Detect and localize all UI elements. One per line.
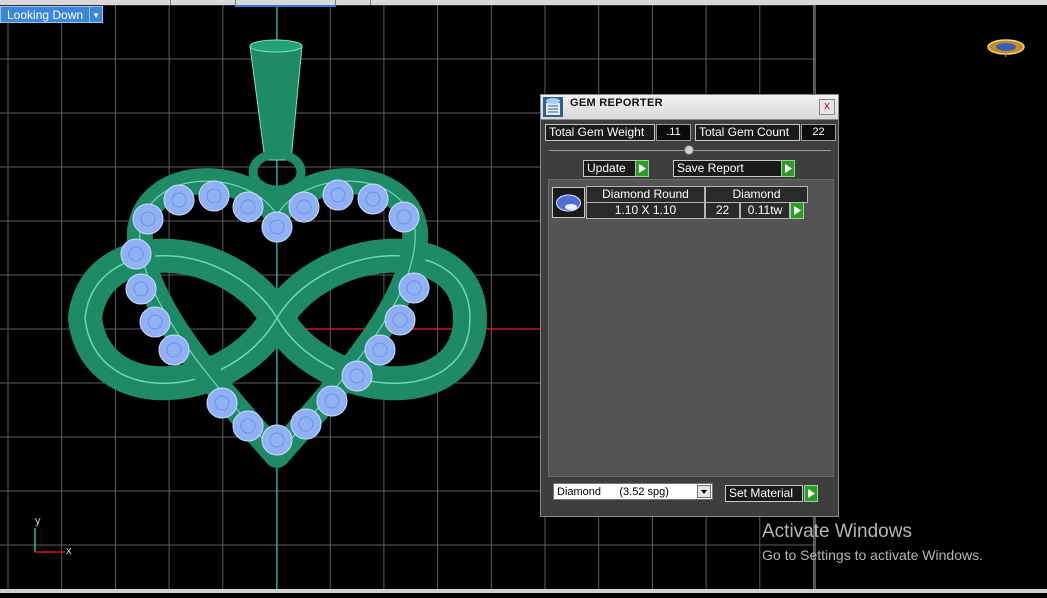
top-tab-strip — [0, 0, 1047, 7]
gem-stone — [232, 191, 264, 223]
gem-count-cell: 22 — [705, 202, 740, 219]
size-slider-knob[interactable] — [684, 145, 694, 155]
gem-reporter-titlebar[interactable]: GEM REPORTER x — [541, 95, 838, 120]
bail-shape — [249, 45, 303, 161]
gem-stone — [290, 408, 322, 440]
gem-stone — [357, 183, 389, 215]
viewport-3d[interactable] — [0, 0, 1047, 593]
gem-stone — [206, 387, 238, 419]
gem-stone — [288, 191, 320, 223]
logo-badge-icon — [987, 39, 1025, 57]
view-selector-label[interactable]: Looking Down — [0, 6, 91, 23]
gem-stone — [198, 180, 230, 212]
set-material-go-button[interactable] — [804, 485, 818, 502]
view-selector[interactable]: Looking Down ▼ — [0, 6, 104, 23]
set-material-button-label: Set Material — [729, 486, 794, 500]
gem-thumbnail[interactable] — [552, 187, 585, 218]
gem-list[interactable]: Diamond Round Diamond 1.10 X 1.10 22 0.1… — [548, 179, 834, 477]
gem-stone — [316, 385, 348, 417]
gem-stone — [132, 203, 164, 235]
gem-stone — [158, 334, 190, 366]
total-gem-count-label: Total Gem Count — [695, 124, 800, 141]
gem-material-cell: Diamond — [705, 186, 808, 203]
gem-row-go-button[interactable] — [790, 202, 804, 219]
total-gem-weight-value: .11 — [656, 124, 691, 141]
gem-stone — [261, 424, 293, 456]
material-select[interactable]: Diamond (3.52 spg) — [553, 483, 713, 500]
top-tab[interactable] — [170, 0, 236, 5]
play-arrow-icon — [808, 489, 815, 498]
total-gem-count-value: 22 — [801, 124, 836, 141]
chevron-down-icon[interactable] — [697, 485, 711, 498]
material-select-value: Diamond (3.52 spg) — [557, 486, 669, 498]
gem-stone — [388, 201, 420, 233]
gem-reporter-title: GEM REPORTER — [570, 97, 663, 109]
close-button[interactable]: x — [819, 99, 835, 115]
bail-top — [249, 39, 303, 53]
gem-reporter-icon — [543, 97, 563, 117]
gem-stone — [125, 273, 157, 305]
gem-size-cell: 1.10 X 1.10 — [586, 202, 705, 219]
save-report-button-label: Save Report — [677, 161, 744, 175]
activation-watermark-subtitle: Go to Settings to activate Windows. — [762, 547, 983, 563]
gem-weight-cell: 0.11tw — [740, 202, 790, 219]
gem-shape-cell: Diamond Round — [586, 186, 705, 203]
set-material-button[interactable]: Set Material — [725, 485, 803, 502]
update-go-button[interactable] — [635, 160, 649, 177]
top-tab[interactable] — [335, 0, 371, 5]
update-button-label: Update — [587, 161, 626, 175]
axis-triad-icon — [34, 528, 65, 553]
top-tab-active[interactable] — [235, 0, 336, 7]
total-gem-weight-label: Total Gem Weight — [545, 124, 655, 141]
axis-y-label: y — [35, 515, 41, 527]
play-arrow-icon — [785, 164, 792, 173]
chevron-down-icon[interactable]: ▼ — [90, 6, 104, 23]
gem-stone — [398, 272, 430, 304]
gem-stone — [261, 211, 293, 243]
save-report-button[interactable]: Save Report — [673, 160, 783, 177]
top-tab[interactable] — [110, 0, 171, 5]
update-button[interactable]: Update — [583, 160, 637, 177]
gem-stone — [139, 306, 171, 338]
activation-watermark-title: Activate Windows — [762, 521, 912, 542]
close-icon: x — [824, 100, 830, 112]
gem-stone — [341, 360, 373, 392]
gem-stone — [163, 184, 195, 216]
bottom-strip — [0, 589, 1047, 593]
gem-stone — [384, 304, 416, 336]
play-arrow-icon — [794, 206, 801, 215]
gem-stone — [120, 238, 152, 270]
gem-stone — [232, 410, 264, 442]
viewport-canvas[interactable] — [0, 0, 1047, 593]
gem-stone — [322, 179, 354, 211]
gem-stone — [364, 334, 396, 366]
play-arrow-icon — [639, 164, 646, 173]
diamond-round-icon — [556, 194, 581, 212]
gem-reporter-panel: GEM REPORTER x Total Gem Weight .11 Tota… — [540, 94, 839, 517]
save-report-go-button[interactable] — [781, 160, 795, 177]
